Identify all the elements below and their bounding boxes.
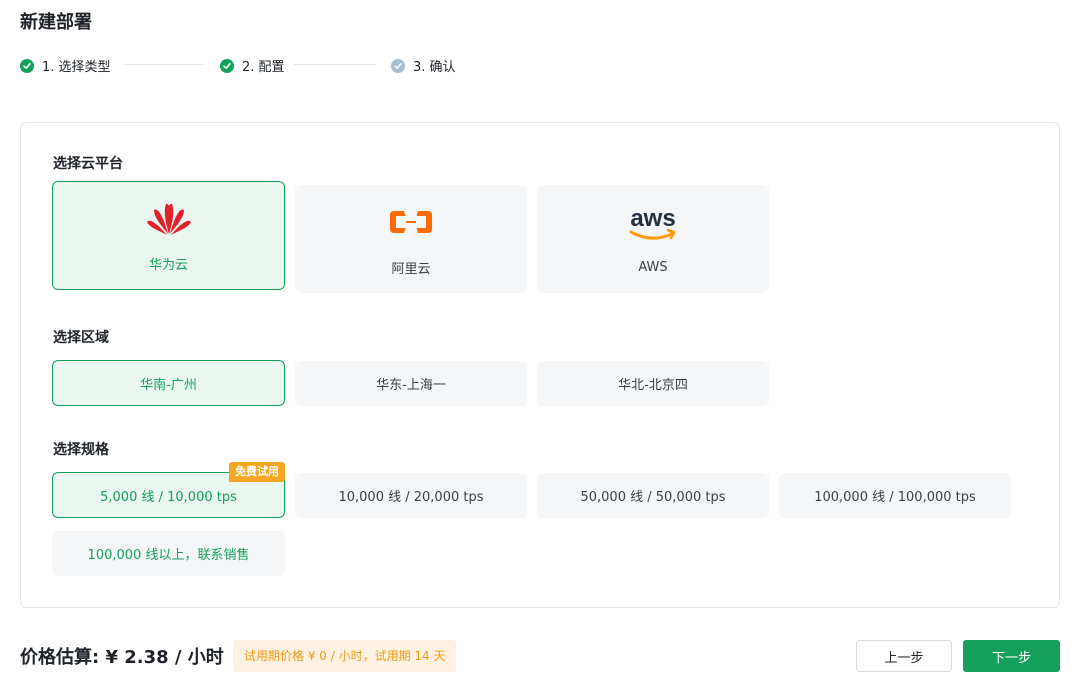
step-label: 2. 配置 [242, 60, 285, 75]
price-estimate: 价格估算: ¥ 2.38 / 小时 [20, 647, 224, 668]
step-select-type[interactable]: 1. 选择类型 [20, 56, 111, 75]
aliyun-logo-icon [388, 202, 434, 242]
spec-label: 5,000 线 / 10,000 tps [100, 489, 237, 505]
spec-option-contact-sales[interactable]: 100,000 线以上，联系销售 [52, 531, 285, 576]
trial-price-note: 试用期价格 ¥ 0 / 小时，试用期 14 天 [233, 640, 457, 672]
platform-option-aliyun[interactable]: 阿里云 [295, 185, 527, 293]
region-option-beijing[interactable]: 华北-北京四 [537, 361, 769, 406]
platform-option-huawei[interactable]: 华为云 [52, 181, 285, 290]
spec-option-50000[interactable]: 50,000 线 / 50,000 tps [537, 473, 769, 518]
platform-section-title: 选择云平台 [53, 156, 123, 172]
spec-option-100000[interactable]: 100,000 线 / 100,000 tps [779, 473, 1011, 518]
free-trial-badge: 免费试用 [229, 462, 285, 482]
stepper: 1. 选择类型 2. 配置 3. 确认 [20, 56, 500, 75]
step-confirm[interactable]: 3. 确认 [391, 56, 456, 75]
check-circle-icon [20, 58, 34, 73]
platform-label: AWS [638, 259, 668, 275]
aws-wordmark: aws [630, 205, 675, 232]
step-connector [294, 64, 376, 65]
spec-section-title: 选择规格 [53, 442, 109, 458]
platform-label: 阿里云 [391, 261, 431, 277]
page-title: 新建部署 [20, 12, 92, 33]
spec-option-10000[interactable]: 10,000 线 / 20,000 tps [295, 473, 527, 518]
platform-label: 华为云 [148, 258, 188, 273]
huawei-logo-icon [145, 198, 193, 238]
spec-option-5000[interactable]: 5,000 线 / 10,000 tps 免费试用 [52, 462, 285, 518]
step-config[interactable]: 2. 配置 [220, 56, 285, 75]
region-option-shanghai[interactable]: 华东-上海一 [295, 361, 527, 406]
config-card: 选择云平台 华为云 阿里云 aws AWS 选择区域 华南-广州 华东-上海一 … [20, 122, 1060, 608]
check-circle-icon [391, 58, 405, 73]
next-step-button[interactable]: 下一步 [963, 640, 1060, 672]
step-label: 1. 选择类型 [42, 60, 111, 75]
platform-option-aws[interactable]: aws AWS [537, 185, 769, 293]
step-label: 3. 确认 [413, 60, 456, 75]
region-option-guangzhou[interactable]: 华南-广州 [52, 360, 285, 406]
check-circle-icon [220, 58, 234, 73]
previous-step-button[interactable]: 上一步 [856, 640, 952, 672]
region-section-title: 选择区域 [53, 330, 109, 346]
step-connector [124, 64, 204, 65]
aws-logo-icon: aws [623, 204, 683, 244]
